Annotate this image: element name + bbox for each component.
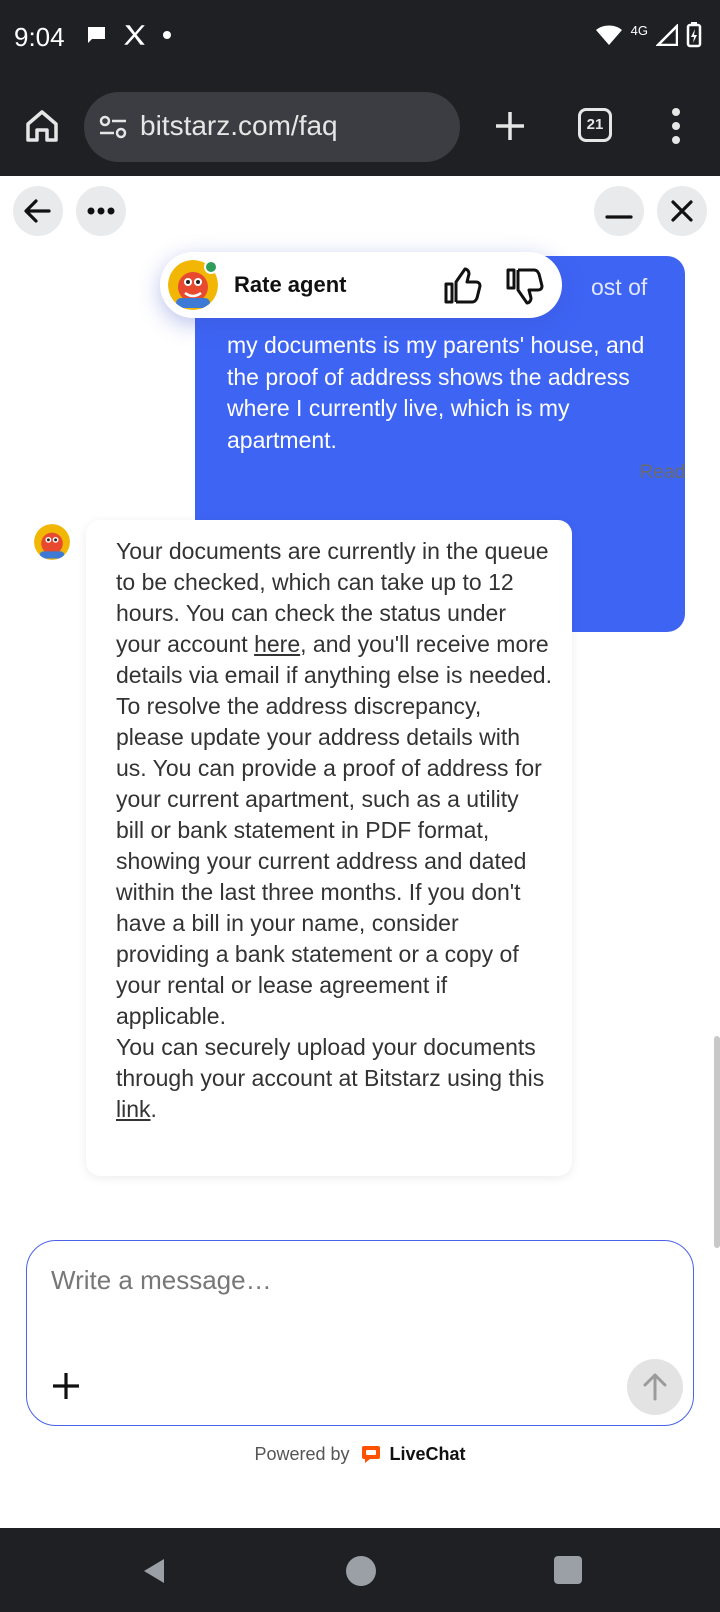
site-settings-icon[interactable] <box>98 114 128 140</box>
back-button[interactable] <box>13 186 63 236</box>
system-navigation-bar <box>0 1528 720 1612</box>
battery-charging-icon <box>686 22 702 48</box>
agent-text: You can securely upload your documents t… <box>116 1034 545 1091</box>
powered-by-footer: Powered by LiveChat <box>0 1444 720 1465</box>
close-chat-button[interactable] <box>657 186 707 236</box>
attach-plus-icon[interactable] <box>49 1369 83 1403</box>
dot-icon <box>163 31 171 39</box>
minimize-icon <box>605 215 633 219</box>
signal-icon <box>656 24 678 46</box>
chat-window: ost of my documents is my parents' house… <box>0 176 720 1528</box>
x-logo-icon <box>124 25 145 45</box>
system-icons: 4G <box>595 22 702 48</box>
livechat-logo-icon <box>361 1446 380 1463</box>
clock: 9:04 <box>14 22 65 52</box>
rate-agent-bar: Rate agent <box>160 252 562 318</box>
agent-paragraph-3: You can securely upload your documents t… <box>116 1032 552 1125</box>
livechat-brand[interactable]: LiveChat <box>390 1444 466 1464</box>
online-status-dot <box>204 260 218 274</box>
upload-documents-link[interactable]: link <box>116 1096 151 1122</box>
chat-bubble-icon <box>87 27 105 43</box>
new-tab-icon[interactable] <box>488 104 532 148</box>
arrow-up-icon <box>643 1373 667 1401</box>
nav-recents-button[interactable] <box>554 1556 582 1584</box>
agent-paragraph-1: Your documents are currently in the queu… <box>116 536 552 691</box>
more-options-button[interactable] <box>76 186 126 236</box>
notification-icons <box>84 22 172 48</box>
arrow-left-icon <box>24 199 51 223</box>
account-status-link[interactable]: here <box>254 631 300 657</box>
browser-toolbar: bitstarz.com/faq 21 <box>0 78 720 176</box>
user-message-text: my documents is my parents' house, and t… <box>227 332 645 453</box>
overflow-menu-icon[interactable] <box>664 104 688 148</box>
agent-paragraph-2: To resolve the address discrepancy, plea… <box>116 693 542 1029</box>
agent-message-bubble: Your documents are currently in the queu… <box>86 520 572 1176</box>
thumbs-up-icon[interactable] <box>442 266 482 306</box>
scrollbar[interactable] <box>714 1036 720 1248</box>
agent-text: . <box>150 1096 157 1122</box>
ellipsis-icon <box>87 207 115 215</box>
network-label: 4G <box>630 22 648 38</box>
send-button[interactable] <box>627 1359 683 1415</box>
message-composer[interactable]: Write a message… <box>26 1240 694 1426</box>
address-bar[interactable]: bitstarz.com/faq <box>84 92 460 162</box>
url-text: bitstarz.com/faq <box>140 110 338 141</box>
nav-home-button[interactable] <box>346 1556 376 1586</box>
read-receipt: Read <box>639 462 685 483</box>
status-bar: 9:04 4G <box>0 0 720 78</box>
tab-switcher-button[interactable]: 21 <box>578 108 612 142</box>
user-message-partial: ost of <box>591 274 648 300</box>
nav-back-icon[interactable] <box>140 1556 170 1586</box>
powered-by-label: Powered by <box>254 1444 350 1464</box>
minimize-button[interactable] <box>594 186 644 236</box>
rate-agent-label: Rate agent <box>234 272 347 297</box>
home-icon[interactable] <box>22 106 62 146</box>
thumbs-down-icon[interactable] <box>504 266 544 306</box>
message-input[interactable]: Write a message… <box>51 1265 272 1296</box>
wifi-icon <box>595 25 622 45</box>
agent-message-avatar <box>34 524 70 560</box>
close-icon <box>671 200 693 222</box>
